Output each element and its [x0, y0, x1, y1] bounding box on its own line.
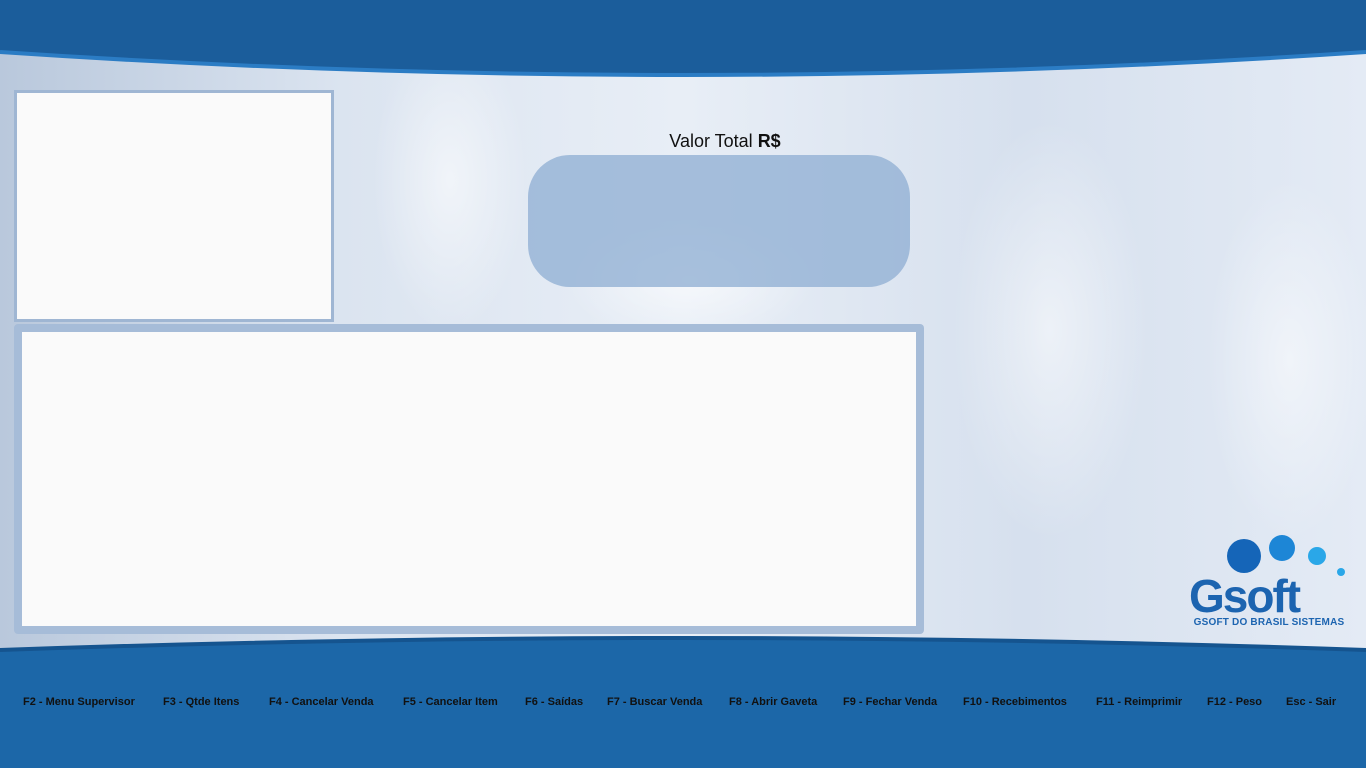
shortcut-f8-abrir-gaveta[interactable]: F8 - Abrir Gaveta	[729, 696, 817, 708]
shortcut-f11-reimprimir[interactable]: F11 - Reimprimir	[1096, 696, 1182, 708]
shortcut-f6-saidas[interactable]: F6 - Saídas	[525, 696, 583, 708]
shortcut-esc-sair[interactable]: Esc - Sair	[1286, 696, 1336, 708]
total-value-display	[528, 155, 910, 287]
items-list[interactable]	[22, 332, 916, 626]
product-image-box	[14, 90, 334, 322]
shortcut-f10-recebimentos[interactable]: F10 - Recebimentos	[963, 696, 1067, 708]
svg-text:Gsoft: Gsoft	[1189, 570, 1301, 622]
shortcut-f2-menu-supervisor[interactable]: F2 - Menu Supervisor	[23, 696, 135, 708]
shortcut-f7-buscar-venda[interactable]: F7 - Buscar Venda	[607, 696, 702, 708]
shortcut-f9-fechar-venda[interactable]: F9 - Fechar Venda	[843, 696, 937, 708]
total-label: Valor Total R$	[669, 131, 781, 151]
function-key-bar: F2 - Menu Supervisor F3 - Qtde Itens F4 …	[0, 696, 1366, 712]
shortcut-f12-peso[interactable]: F12 - Peso	[1207, 696, 1262, 708]
header-bar	[0, 0, 1366, 77]
shortcut-f5-cancelar-item[interactable]: F5 - Cancelar Item	[403, 696, 498, 708]
brand-tagline: GSOFT DO BRASIL SISTEMAS	[1193, 617, 1345, 628]
shortcut-f4-cancelar-venda[interactable]: F4 - Cancelar Venda	[269, 696, 374, 708]
shortcut-f3-qtde-itens[interactable]: F3 - Qtde Itens	[163, 696, 239, 708]
